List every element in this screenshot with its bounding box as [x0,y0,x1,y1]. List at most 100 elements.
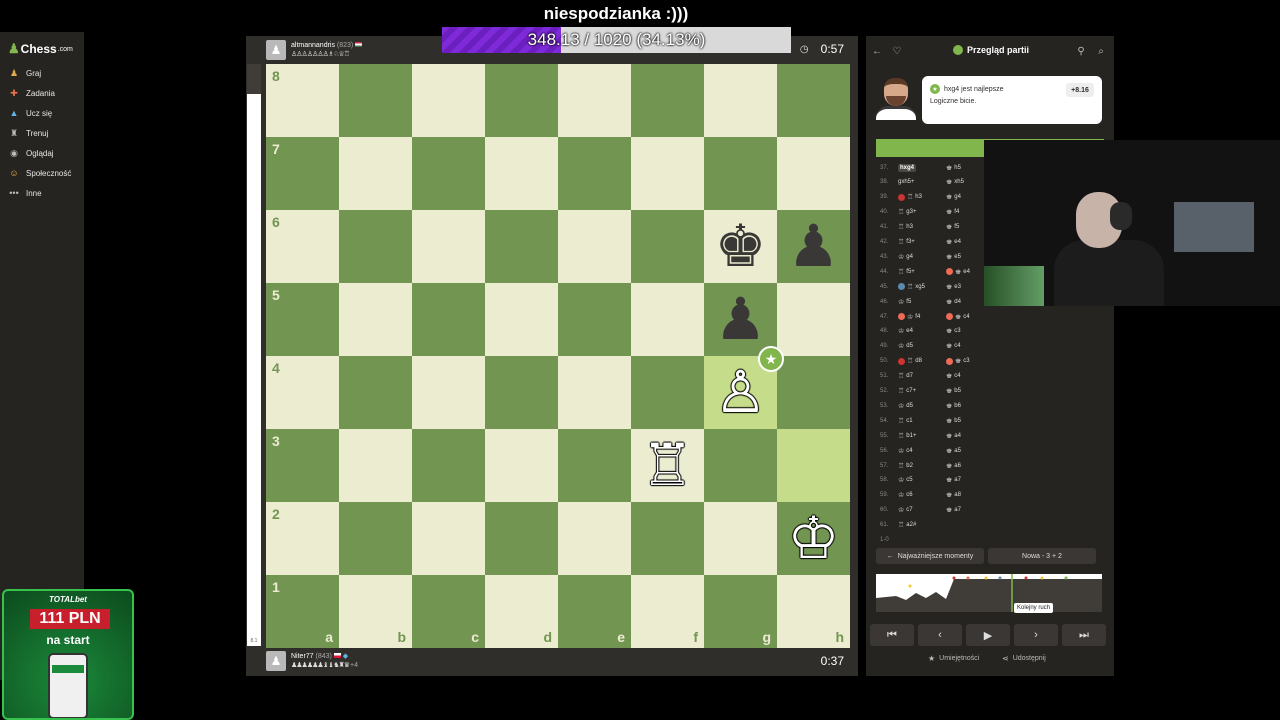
square-g3[interactable] [704,429,777,502]
square-g7[interactable] [704,137,777,210]
square-f1[interactable]: f [631,575,704,648]
square-f8[interactable] [631,64,704,137]
white-move[interactable]: ♖ h3 [898,223,913,231]
square-b4[interactable] [339,356,412,429]
square-f4[interactable] [631,356,704,429]
white-move[interactable]: ♖ f3+ [898,238,915,246]
black-move[interactable]: ♚ xh5 [946,178,964,186]
square-a3[interactable]: 3 [266,429,339,502]
square-d1[interactable]: d [485,575,558,648]
square-e4[interactable] [558,356,631,429]
white-move[interactable]: ♔ c4 [898,447,913,455]
previous-move-button[interactable]: ‹ [918,624,962,646]
square-g1[interactable]: g [704,575,777,648]
square-f5[interactable] [631,283,704,356]
square-c6[interactable] [412,210,485,283]
white-move[interactable]: ♖ b2 [898,462,913,470]
square-d6[interactable] [485,210,558,283]
white-move[interactable]: ♔ f5 [898,298,911,306]
sidebar-item-play[interactable]: ♟ Graj [8,66,41,80]
totalbet-ad[interactable]: TOTALbet 111 PLN na start [2,589,134,720]
square-f6[interactable] [631,210,704,283]
square-d7[interactable] [485,137,558,210]
square-c2[interactable] [412,502,485,575]
square-e5[interactable] [558,283,631,356]
square-b2[interactable] [339,502,412,575]
new-game-button[interactable]: Nowa - 3 + 2 [988,548,1096,564]
square-c7[interactable] [412,137,485,210]
square-c8[interactable] [412,64,485,137]
square-h5[interactable] [777,283,850,356]
black-move[interactable]: ♚ c3 [946,327,961,335]
white-move[interactable]: ♖ d8 [898,357,922,365]
black-move[interactable]: ♚ g4 [946,193,961,201]
white-move[interactable]: ♖ b1+ [898,432,916,440]
square-c5[interactable] [412,283,485,356]
square-g2[interactable] [704,502,777,575]
white-move[interactable]: ♖ g3+ [898,208,916,216]
square-b3[interactable] [339,429,412,502]
white-move[interactable]: ♔ c7 [898,506,913,514]
first-move-button[interactable]: ⏮ [870,624,914,646]
white-move[interactable]: ♔ c5 [898,476,913,484]
square-b5[interactable] [339,283,412,356]
white-move[interactable]: ♖ d7 [898,372,913,380]
square-b7[interactable] [339,137,412,210]
black-move[interactable]: ♚ a4 [946,432,961,440]
square-a7[interactable]: 7 [266,137,339,210]
play-button[interactable]: ▶ [966,624,1010,646]
black-move[interactable]: ♚ a7 [946,506,961,514]
black-move[interactable]: ♚ f5 [946,223,959,231]
last-move-button[interactable]: ⏭ [1062,624,1106,646]
square-d8[interactable] [485,64,558,137]
black-move[interactable]: ♚ h5 [946,164,961,172]
evaluation-graph[interactable] [876,574,1102,612]
square-a8[interactable]: 8 [266,64,339,137]
square-a1[interactable]: 1a [266,575,339,648]
skills-link[interactable]: ★ Umiejętności [928,654,979,663]
square-f7[interactable] [631,137,704,210]
black-move[interactable]: ♚ c4 [946,372,961,380]
key-moments-button[interactable]: ← Najważniejsze momenty [876,548,984,564]
white-move[interactable]: gxh5+ [898,179,915,185]
avatar[interactable]: ♟ [266,40,286,60]
black-move[interactable]: ♚ b5 [946,417,961,425]
black-move[interactable]: ♚ e5 [946,253,961,261]
square-h1[interactable]: h [777,575,850,648]
square-a2[interactable]: 2 [266,502,339,575]
square-e7[interactable] [558,137,631,210]
black-pawn-h6[interactable]: ♟ [777,210,850,283]
white-move[interactable]: ♔ d5 [898,342,913,350]
square-h3[interactable] [777,429,850,502]
white-move[interactable]: ♖ h3 [898,193,922,201]
next-move-button[interactable]: › [1014,624,1058,646]
black-move[interactable]: ♚ e4 [946,268,970,276]
share-link[interactable]: ⋖ Udostępnij [1002,654,1046,663]
player-name[interactable]: altmannandris [291,42,335,49]
player-name[interactable]: Niter77 [291,653,314,660]
square-b8[interactable] [339,64,412,137]
square-d5[interactable] [485,283,558,356]
square-e6[interactable] [558,210,631,283]
black-move[interactable]: ♚ c4 [946,313,970,321]
search-icon[interactable]: ⌕ [1094,44,1108,58]
white-move[interactable]: ♔ c6 [898,491,913,499]
square-d3[interactable] [485,429,558,502]
square-c3[interactable] [412,429,485,502]
sidebar-item-more[interactable]: ••• Inne [8,186,41,200]
square-h8[interactable] [777,64,850,137]
black-move[interactable]: ♚ c3 [946,357,970,365]
square-b1[interactable]: b [339,575,412,648]
white-move[interactable]: ♖ c1 [898,417,913,425]
black-move[interactable]: ♚ c4 [946,342,961,350]
black-move[interactable]: ♚ a6 [946,462,961,470]
square-h7[interactable] [777,137,850,210]
white-king-h2[interactable]: ♔ [777,502,850,575]
black-move[interactable]: ♚ d4 [946,298,961,306]
square-c1[interactable]: c [412,575,485,648]
black-king-g6[interactable]: ♚ [704,210,777,283]
black-move[interactable]: ♚ b5 [946,387,961,395]
sidebar-item-learn[interactable]: ▲ Ucz się [8,106,53,120]
square-d2[interactable] [485,502,558,575]
black-move[interactable]: ♚ e4 [946,238,961,246]
